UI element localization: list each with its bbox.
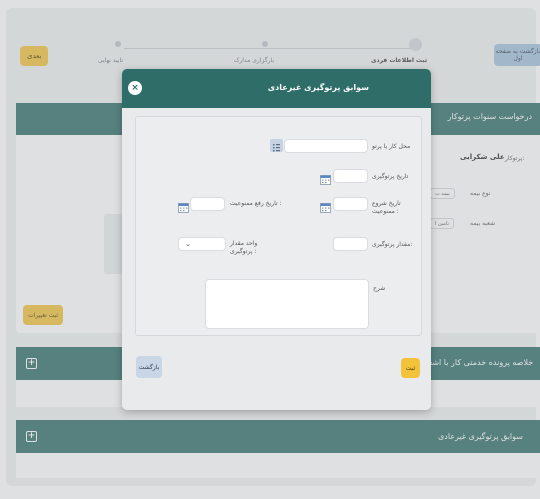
modal-title: سوابق پرتوگیری غیرعادی xyxy=(267,83,369,92)
description-label: شرح xyxy=(373,285,386,292)
exposure-date-label: تاریخ پرتوگیری xyxy=(372,173,409,180)
workplace-input[interactable] xyxy=(284,139,368,153)
restriction-end-label: تاریخ رفع ممنوعیت : xyxy=(230,200,282,207)
restriction-start-label: تاریخ شروع ممنوعیت : xyxy=(372,200,401,215)
calendar-icon[interactable] xyxy=(178,198,189,213)
save-button[interactable]: ثبت xyxy=(401,358,420,378)
exposure-date-input[interactable] xyxy=(333,169,368,183)
calendar-icon[interactable] xyxy=(320,170,331,185)
close-icon[interactable]: × xyxy=(128,81,142,95)
list-icon[interactable] xyxy=(270,139,283,152)
restriction-end-input[interactable] xyxy=(190,197,225,211)
exposure-unit-select[interactable]: ⌄ xyxy=(178,237,226,251)
page: بعدی بازگشت به صفحه اول ثبت اطلاعات فردی… xyxy=(0,0,540,499)
irregular-exposure-modal: سوابق پرتوگیری غیرعادی × محل کار یا پرتو… xyxy=(122,69,431,410)
chevron-down-icon: ⌄ xyxy=(185,240,191,248)
return-button[interactable]: بازگشت xyxy=(136,356,162,378)
workplace-label: محل کار یا پرتو xyxy=(372,143,411,150)
exposure-amount-label: مقدار پرتوگیری: xyxy=(372,241,413,248)
exposure-unit-label: واحد مقدار پرتوگیری : xyxy=(230,240,258,255)
restriction-start-input[interactable] xyxy=(333,197,368,211)
exposure-amount-input[interactable] xyxy=(333,237,368,251)
description-textarea[interactable] xyxy=(205,279,369,329)
calendar-icon[interactable] xyxy=(320,198,331,213)
